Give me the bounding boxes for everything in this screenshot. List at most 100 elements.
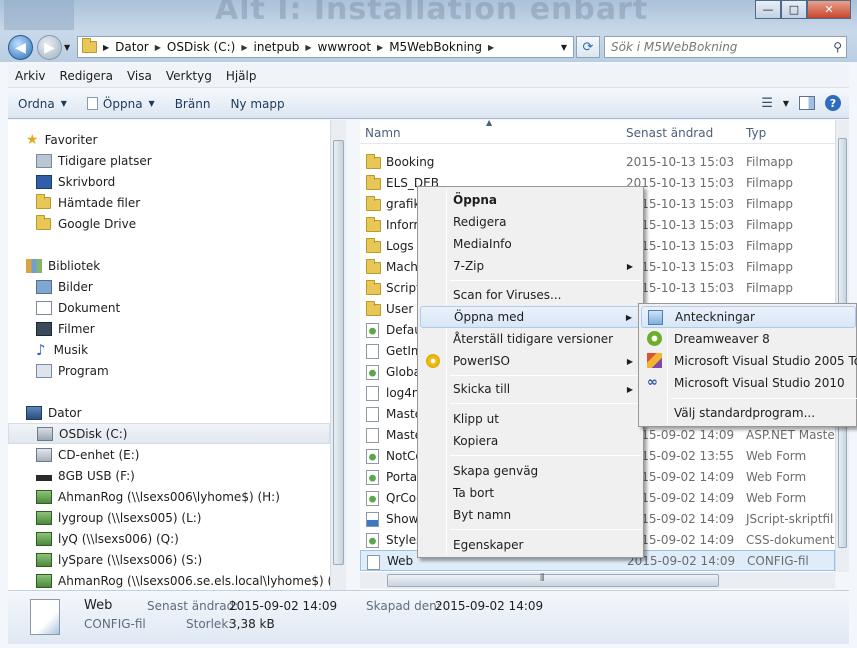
open-with-vs2005-tools[interactable]: Microsoft Visual Studio 2005 Tools: [641, 350, 857, 372]
menu-hjalp[interactable]: Hjälp: [219, 69, 264, 83]
menu-label: PowerISO: [453, 354, 510, 368]
column-name[interactable]: Namn: [365, 126, 401, 140]
nav-drive-s[interactable]: lySpare (\\lsexs006) (S:): [36, 549, 358, 570]
nav-music[interactable]: ♪ Musik: [36, 339, 358, 360]
open-with-dreamweaver[interactable]: Dreamweaver 8: [641, 328, 856, 350]
file-type: Filmapp: [746, 217, 793, 232]
details-size-value: 3,38 kB: [229, 617, 275, 631]
help-icon[interactable]: ?: [825, 95, 841, 111]
burn-button[interactable]: Bränn: [165, 97, 221, 111]
breadcrumb-wwwroot[interactable]: wwwroot ▶: [318, 40, 384, 54]
nav-drive-f[interactable]: 8GB USB (F:): [36, 465, 358, 486]
new-folder-button[interactable]: Ny mapp: [220, 97, 294, 111]
file-name: Web: [387, 553, 414, 568]
nav-drive-h[interactable]: AhmanRog (\\lsexs006\lyhome$) (H:): [36, 486, 358, 507]
menu-item-mediainfo[interactable]: MediaInfo: [420, 233, 641, 255]
open-with-vs2010[interactable]: ∞ Microsoft Visual Studio 2010: [641, 372, 856, 394]
close-button[interactable]: ✕: [807, 0, 851, 19]
menu-item-cut[interactable]: Klipp ut: [420, 408, 641, 430]
nav-google-drive[interactable]: Google Drive: [36, 213, 358, 234]
nav-pictures[interactable]: Bilder: [36, 276, 358, 297]
column-modified[interactable]: Senast ändrad: [626, 126, 713, 140]
breadcrumb-dator[interactable]: Dator ▶: [115, 40, 161, 54]
file-type: CONFIG-fil: [747, 553, 809, 568]
navigation-pane: ★ Favoriter Tidigare platser Skrivbord Hä…: [8, 120, 349, 590]
breadcrumb-label: M5WebBokning: [389, 40, 483, 54]
nav-scrollbar[interactable]: [330, 120, 346, 590]
horizontal-scrollbar[interactable]: ⦀: [360, 572, 835, 589]
breadcrumb-osdisk[interactable]: OSDisk (C:) ▶: [167, 40, 248, 54]
menu-item-edit[interactable]: Redigera: [420, 211, 641, 233]
master-icon: [366, 428, 379, 446]
scrollbar-thumb[interactable]: [333, 140, 344, 565]
menu-item-scan-viruses[interactable]: Scan for Viruses...: [420, 284, 641, 306]
column-type[interactable]: Typ: [746, 126, 766, 140]
open-with-notepad[interactable]: Anteckningar: [641, 306, 856, 328]
nav-libraries[interactable]: Bibliotek: [26, 255, 348, 276]
chevron-right-icon[interactable]: ▶: [155, 43, 161, 52]
nav-desktop[interactable]: Skrivbord: [36, 171, 358, 192]
breadcrumb-inetpub[interactable]: inetpub ▶: [253, 40, 311, 54]
chevron-right-icon[interactable]: ▶: [305, 43, 311, 52]
address-box[interactable]: ▶ Dator ▶ OSDisk (C:) ▶ inetpub ▶ wwwroot ▶ …: [77, 36, 574, 58]
menu-separator: [671, 398, 857, 399]
menu-item-rename[interactable]: Byt namn: [420, 504, 641, 526]
nav-drive-z[interactable]: AhmanRog (\\lsexs006.se.els.local\lyhome…: [36, 570, 358, 591]
open-with-choose-default[interactable]: Välj standardprogram...: [641, 402, 856, 424]
nav-label: lySpare (\\lsexs006) (S:): [58, 552, 203, 567]
menu-item-send-to[interactable]: Skicka till ▶: [420, 378, 641, 400]
organize-button[interactable]: Ordna ▼: [8, 97, 77, 111]
search-input[interactable]: Sök i M5WebBokning ⚲: [604, 36, 847, 58]
pane-splitter[interactable]: [346, 120, 360, 590]
menu-item-restore-versions[interactable]: Återställ tidigare versioner: [420, 328, 641, 350]
nav-programs[interactable]: Program: [36, 360, 358, 381]
scrollbar-thumb[interactable]: [387, 574, 719, 587]
file-row[interactable]: Booking 2015-10-13 15:03 Filmapp: [360, 151, 835, 172]
open-button[interactable]: Öppna ▼: [77, 97, 165, 111]
menu-item-copy[interactable]: Kopiera: [420, 430, 641, 452]
breadcrumb-m5webbokning[interactable]: M5WebBokning ▶: [389, 40, 494, 54]
menu-item-open[interactable]: Öppna: [420, 189, 641, 211]
menu-item-7zip[interactable]: 7-Zip ▶: [420, 255, 641, 277]
menu-item-create-shortcut[interactable]: Skapa genväg: [420, 460, 641, 482]
refresh-button[interactable]: ⟳: [576, 36, 600, 58]
nav-favorites[interactable]: ★ Favoriter: [26, 129, 348, 150]
menu-redigera[interactable]: Redigera: [53, 69, 120, 83]
nav-drive-e[interactable]: CD-enhet (E:): [36, 444, 358, 465]
menu-item-properties[interactable]: Egenskaper: [420, 534, 641, 556]
chevron-right-icon[interactable]: ▶: [103, 43, 109, 52]
menu-item-poweriso[interactable]: PowerISO ▶: [420, 350, 641, 372]
forward-button[interactable]: ▶: [37, 35, 62, 60]
preview-pane-icon[interactable]: [799, 96, 815, 110]
back-button[interactable]: ◀: [8, 35, 33, 60]
maximize-button[interactable]: □: [781, 0, 807, 19]
chevron-right-icon[interactable]: ▶: [241, 43, 247, 52]
nav-drive-c[interactable]: OSDisk (C:): [8, 423, 330, 444]
minimize-button[interactable]: —: [755, 0, 781, 19]
nav-computer[interactable]: Dator: [26, 402, 348, 423]
nav-drive-l[interactable]: lygroup (\\lsexs005) (L:): [36, 507, 358, 528]
menu-verktyg[interactable]: Verktyg: [159, 69, 219, 83]
nav-drive-q[interactable]: lyQ (\\lsexs006) (Q:): [36, 528, 358, 549]
chevron-down-icon[interactable]: ▼: [783, 99, 789, 108]
network-drive-icon: [36, 573, 52, 588]
command-bar: Ordna ▼ Öppna ▼ Bränn Ny mapp ☰ ▼ ?: [8, 89, 849, 119]
nav-downloads[interactable]: Hämtade filer: [36, 192, 358, 213]
chevron-right-icon[interactable]: ▶: [377, 43, 383, 52]
address-dropdown-icon[interactable]: ▼: [561, 43, 567, 52]
history-dropdown-icon[interactable]: ▼: [64, 43, 70, 52]
menu-item-delete[interactable]: Ta bort: [420, 482, 641, 504]
nav-recent-places[interactable]: Tidigare platser: [36, 150, 358, 171]
nav-videos[interactable]: Filmer: [36, 318, 358, 339]
menu-label: Klipp ut: [453, 412, 499, 426]
file-type: Filmapp: [746, 154, 793, 169]
nav-label: Hämtade filer: [58, 195, 141, 210]
menu-item-open-with[interactable]: Öppna med ▶: [420, 306, 641, 328]
chevron-right-icon[interactable]: ▶: [488, 43, 494, 52]
config-file-icon: [30, 599, 60, 635]
view-options-icon[interactable]: ☰: [761, 96, 773, 111]
menu-visa[interactable]: Visa: [120, 69, 159, 83]
nav-documents[interactable]: Dokument: [36, 297, 358, 318]
menu-arkiv[interactable]: Arkiv: [8, 69, 53, 83]
search-icon[interactable]: ⚲: [833, 40, 842, 54]
